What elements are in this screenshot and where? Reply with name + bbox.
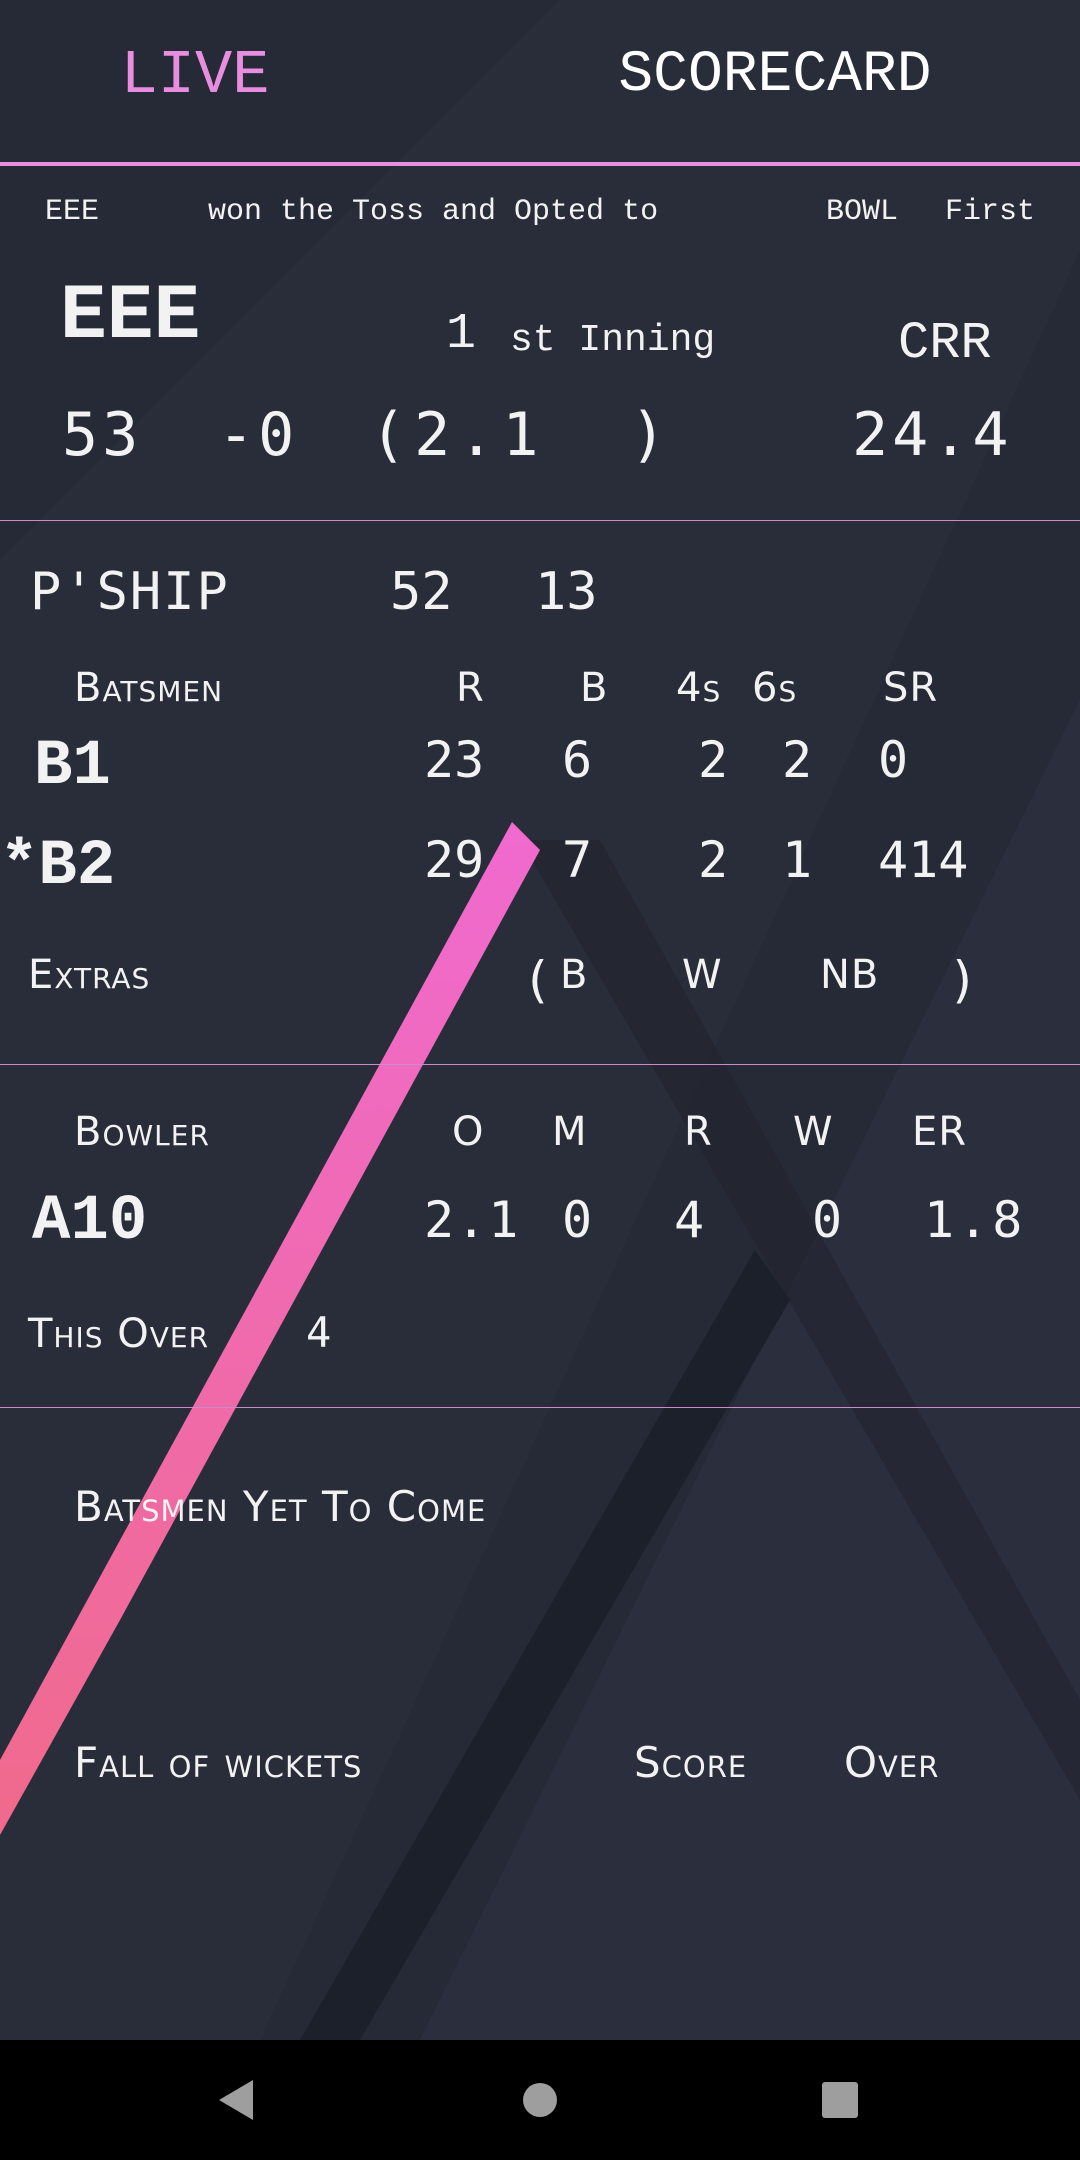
batsman-sixes: 2	[782, 731, 813, 789]
partnership-label: P'SHIP	[30, 562, 230, 622]
yet-to-come-label: Batsmen Yet To Come	[74, 1482, 487, 1531]
innings-overs-close: )	[630, 400, 667, 470]
batting-header-4s: 4s	[676, 665, 722, 711]
divider-2	[0, 1064, 1080, 1065]
bowler-economy: 1.8	[924, 1191, 1027, 1249]
recents-icon	[822, 2082, 858, 2118]
bowling-header-name: Bowler	[74, 1109, 210, 1155]
batting-header-6s: 6s	[752, 665, 798, 711]
batsman-fours: 2	[698, 731, 729, 789]
innings-overs: (2.1	[370, 400, 547, 470]
back-icon	[219, 2080, 253, 2120]
extras-close-paren: )	[948, 951, 979, 1009]
extras-w: W	[682, 952, 723, 998]
partnership-runs: 52	[390, 562, 453, 622]
bowler-runs: 4	[674, 1191, 705, 1249]
tab-indicator	[0, 162, 1080, 166]
tab-live[interactable]: LIVE	[60, 30, 330, 120]
extras-nb: NB	[820, 952, 880, 998]
toss-text: won the Toss and Opted to	[208, 195, 659, 229]
batting-header-b: B	[580, 665, 609, 711]
batsman-balls: 6	[562, 731, 593, 789]
fall-of-wickets-label: Fall of wickets	[74, 1738, 363, 1787]
batsman-sr: 414	[878, 831, 969, 889]
batting-header-r: R	[456, 665, 485, 711]
navigation-bar	[0, 2040, 1080, 2160]
this-over-label: This Over	[28, 1311, 210, 1357]
batting-header-name: Batsmen	[74, 665, 224, 711]
partnership-balls: 13	[535, 562, 598, 622]
fow-score-header: Score	[634, 1738, 748, 1787]
toss-choice: BOWL	[826, 195, 899, 229]
bowling-header-r: R	[684, 1109, 713, 1155]
crr-value: 24.4	[852, 400, 1013, 470]
tab-scorecard-label: SCORECARD	[618, 42, 932, 108]
divider-3	[0, 1407, 1080, 1408]
tab-live-label: LIVE	[120, 39, 270, 111]
batsman-runs: 29	[424, 831, 485, 889]
bowler-wickets: 0	[812, 1191, 843, 1249]
crr-label: CRR	[898, 314, 992, 373]
innings-wickets: -0	[218, 400, 299, 470]
tab-scorecard[interactable]: SCORECARD	[560, 30, 990, 120]
home-button[interactable]	[510, 2070, 570, 2130]
extras-b: B	[560, 952, 589, 998]
batsman-balls: 7	[562, 831, 593, 889]
bowler-maidens: 0	[562, 1191, 593, 1249]
extras-open-paren: (	[522, 951, 553, 1009]
bowling-header-er: ER	[912, 1109, 968, 1155]
back-button[interactable]	[207, 2070, 267, 2130]
toss-suffix: First	[945, 195, 1036, 229]
batting-team-name: EEE	[60, 273, 201, 361]
recents-button[interactable]	[810, 2070, 870, 2130]
batsman-name: *B2	[0, 831, 116, 903]
batsman-sixes: 1	[782, 831, 813, 889]
inning-ordinal: st Inning	[510, 319, 716, 362]
batsman-fours: 2	[698, 831, 729, 889]
bowler-overs: 2.1	[424, 1191, 521, 1249]
innings-runs: 53	[62, 400, 143, 470]
home-icon	[523, 2083, 557, 2117]
bowler-name: A10	[32, 1186, 148, 1258]
extras-label: Extras	[28, 952, 151, 998]
batsman-runs: 23	[424, 731, 485, 789]
batting-header-sr: SR	[883, 665, 939, 711]
bowling-header-o: O	[452, 1109, 485, 1155]
divider-1	[0, 520, 1080, 521]
bowling-header-w: W	[793, 1109, 834, 1155]
toss-team: EEE	[45, 195, 100, 229]
fow-over-header: Over	[844, 1738, 940, 1787]
this-over-value: 4	[306, 1308, 332, 1357]
batsman-name: B1	[34, 731, 111, 803]
inning-number: 1	[446, 306, 477, 363]
batsman-sr: 0	[878, 731, 909, 789]
bowling-header-m: M	[552, 1109, 588, 1155]
